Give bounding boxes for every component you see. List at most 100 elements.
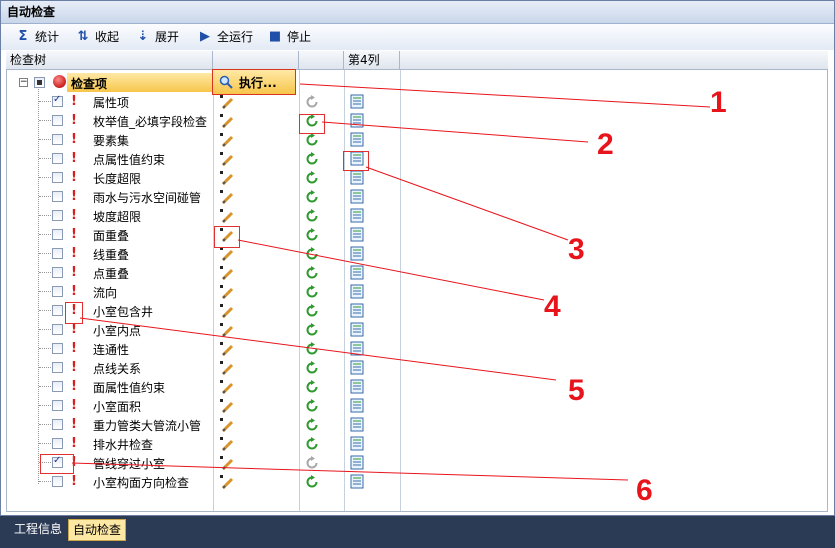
item-checkbox[interactable] (52, 210, 63, 221)
report-icon[interactable] (350, 284, 364, 299)
edit-pencil-icon[interactable] (219, 417, 235, 433)
tree-row[interactable]: ! 小室内点 (7, 320, 827, 339)
expand-button[interactable]: ⇣ 展开 (135, 28, 179, 46)
edit-pencil-icon[interactable] (219, 303, 235, 319)
report-icon[interactable] (350, 208, 364, 223)
tree-row[interactable]: ! 线重叠 (7, 244, 827, 263)
refresh-icon[interactable] (304, 417, 320, 433)
report-icon[interactable] (350, 379, 364, 394)
root-checkbox[interactable] (34, 77, 45, 88)
tree-row[interactable]: ! 流向 (7, 282, 827, 301)
edit-pencil-icon[interactable] (219, 189, 235, 205)
edit-pencil-icon[interactable] (219, 474, 235, 490)
column-header-2[interactable] (213, 51, 299, 69)
column-header-tree[interactable]: 检查树 (6, 51, 213, 69)
refresh-icon[interactable] (304, 208, 320, 224)
edit-pencil-icon[interactable] (219, 265, 235, 281)
item-checkbox[interactable] (52, 362, 63, 373)
edit-pencil-icon[interactable] (219, 455, 235, 471)
tree-row[interactable]: ! 点属性值约束 (7, 149, 827, 168)
report-icon[interactable] (350, 417, 364, 432)
refresh-icon[interactable] (304, 94, 320, 110)
refresh-icon[interactable] (304, 227, 320, 243)
refresh-icon[interactable] (304, 436, 320, 452)
refresh-icon[interactable] (304, 132, 320, 148)
report-icon[interactable] (350, 227, 364, 242)
item-checkbox[interactable] (52, 94, 63, 107)
refresh-icon[interactable] (304, 189, 320, 205)
edit-pencil-icon[interactable] (219, 208, 235, 224)
edit-pencil-icon[interactable] (219, 322, 235, 338)
tree-row[interactable]: ! 重力管类大管流小管 (7, 415, 827, 434)
refresh-icon[interactable] (304, 284, 320, 300)
report-icon[interactable] (350, 303, 364, 318)
item-checkbox[interactable] (52, 476, 63, 487)
refresh-icon[interactable] (304, 170, 320, 186)
item-checkbox[interactable] (52, 267, 63, 278)
tree-row[interactable]: ! 点线关系 (7, 358, 827, 377)
column-header-3[interactable] (299, 51, 344, 69)
item-checkbox[interactable] (52, 153, 63, 164)
column-header-4[interactable]: 第4列 (344, 51, 400, 69)
refresh-icon[interactable] (304, 151, 320, 167)
item-checkbox[interactable] (52, 248, 63, 259)
tab-project-info[interactable]: 工程信息 (10, 519, 66, 539)
refresh-icon[interactable] (304, 379, 320, 395)
tree-row[interactable]: ! 坡度超限 (7, 206, 827, 225)
tree-row[interactable]: ! 小室包含井 (7, 301, 827, 320)
tree-row[interactable]: !管线穿过小室 (7, 453, 827, 472)
item-checkbox[interactable] (52, 191, 63, 202)
refresh-icon[interactable] (304, 474, 320, 490)
item-checkbox[interactable] (52, 229, 63, 240)
refresh-icon[interactable] (304, 246, 320, 262)
collapse-toggle-icon[interactable]: − (19, 78, 28, 87)
edit-pencil-icon[interactable] (219, 436, 235, 452)
tree-row[interactable]: ! 面属性值约束 (7, 377, 827, 396)
tree-row[interactable]: ! 雨水与污水空间碰管 (7, 187, 827, 206)
tree-row[interactable]: ! 要素集 (7, 130, 827, 149)
report-icon[interactable] (350, 189, 364, 204)
stop-button[interactable]: ■ 停止 (267, 28, 311, 46)
item-checkbox[interactable] (52, 438, 63, 449)
tree-row[interactable]: ! 小室面积 (7, 396, 827, 415)
edit-pencil-icon[interactable] (219, 360, 235, 376)
report-icon[interactable] (350, 94, 364, 109)
refresh-icon[interactable] (304, 265, 320, 281)
refresh-icon[interactable] (304, 341, 320, 357)
tab-auto-check[interactable]: 自动检查 (68, 519, 127, 541)
report-icon[interactable] (350, 341, 364, 356)
report-icon[interactable] (350, 265, 364, 280)
edit-pencil-icon[interactable] (219, 341, 235, 357)
edit-pencil-icon[interactable] (219, 246, 235, 262)
item-checkbox[interactable] (52, 172, 63, 183)
tree-row[interactable]: ! 连通性 (7, 339, 827, 358)
run-all-button[interactable]: ▶ 全运行 (197, 28, 253, 46)
tree-row[interactable]: ! 排水井检查 (7, 434, 827, 453)
report-icon[interactable] (350, 170, 364, 185)
report-icon[interactable] (350, 474, 364, 489)
edit-pencil-icon[interactable] (219, 113, 235, 129)
tree-row[interactable]: ! 长度超限 (7, 168, 827, 187)
item-checkbox[interactable] (52, 381, 63, 392)
refresh-icon[interactable] (304, 360, 320, 376)
item-checkbox[interactable] (52, 324, 63, 335)
report-icon[interactable] (350, 322, 364, 337)
edit-pencil-icon[interactable] (219, 151, 235, 167)
report-icon[interactable] (350, 398, 364, 413)
edit-pencil-icon[interactable] (219, 398, 235, 414)
item-checkbox[interactable] (52, 305, 63, 316)
refresh-icon[interactable] (304, 455, 320, 471)
item-checkbox[interactable] (52, 134, 63, 145)
item-checkbox[interactable] (52, 343, 63, 354)
tree-row[interactable]: ! 枚举值_必填字段检查 (7, 111, 827, 130)
tree-row[interactable]: ! 属性项 (7, 92, 827, 111)
item-checkbox[interactable] (52, 115, 63, 126)
edit-pencil-icon[interactable] (219, 379, 235, 395)
tree-row[interactable]: ! 点重叠 (7, 263, 827, 282)
edit-pencil-icon[interactable] (219, 132, 235, 148)
tree-row[interactable]: ! 面重叠 (7, 225, 827, 244)
edit-pencil-icon[interactable] (219, 170, 235, 186)
refresh-icon[interactable] (304, 322, 320, 338)
report-icon[interactable] (350, 360, 364, 375)
report-icon[interactable] (350, 455, 364, 470)
